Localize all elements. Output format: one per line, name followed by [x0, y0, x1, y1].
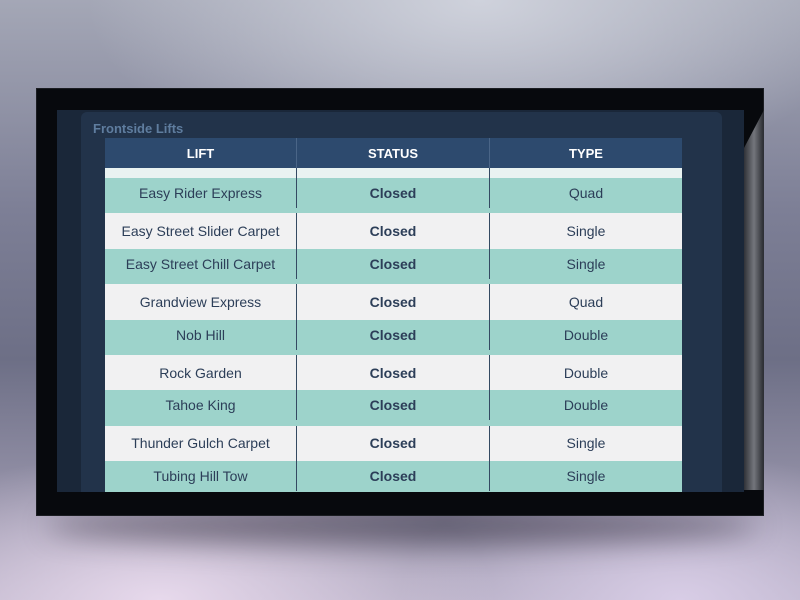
lift-type: Double	[563, 397, 609, 414]
lift-status: Closed	[297, 178, 490, 208]
table-row: Tubing Hill Tow Closed Single	[105, 461, 682, 492]
lift-type: Quad	[568, 185, 604, 201]
display-screen: Frontside Lifts LIFT STATUS TYPE Easy Ri…	[57, 110, 744, 492]
column-header-status: STATUS	[297, 138, 490, 168]
lift-name: Tubing Hill Tow	[105, 461, 297, 492]
column-header-type: TYPE	[569, 145, 603, 161]
table-row: Tahoe King Closed Double	[105, 390, 682, 426]
table-header: LIFT STATUS TYPE	[105, 138, 682, 168]
lift-name: Easy Street Chill Carpet	[105, 248, 297, 279]
lift-status: Closed	[297, 354, 490, 391]
table-row: Easy Rider Express Closed Quad	[105, 178, 682, 214]
lift-name: Rock Garden	[105, 354, 297, 391]
lift-status: Closed	[297, 319, 490, 350]
table-row: Grandview Express Closed Quad	[105, 284, 682, 320]
panel-title: Frontside Lifts	[93, 121, 184, 136]
lift-type: Single	[566, 255, 606, 272]
lift-type: Double	[563, 364, 609, 381]
table-row: Rock Garden Closed Double	[105, 354, 682, 391]
lift-status: Closed	[297, 425, 490, 462]
table-row: Thunder Gulch Carpet Closed Single	[105, 425, 682, 462]
lift-name: Grandview Express	[105, 284, 297, 320]
lift-status: Closed	[297, 390, 490, 421]
table-row: Easy Street Slider Carpet Closed Single	[105, 213, 682, 249]
tv-bezel-edge	[744, 110, 764, 490]
lift-type: Single	[566, 223, 606, 240]
lift-type: Double	[563, 326, 609, 343]
lift-name: Nob Hill	[105, 319, 297, 350]
column-header-lift: LIFT	[105, 138, 297, 168]
table-header-spacer	[105, 168, 682, 178]
lift-status: Closed	[297, 284, 490, 320]
lift-type: Single	[566, 435, 606, 452]
lift-status-table: LIFT STATUS TYPE Easy Rider Express Clos…	[105, 138, 682, 492]
lift-name: Thunder Gulch Carpet	[105, 425, 297, 462]
lift-name: Tahoe King	[105, 390, 297, 421]
lift-status: Closed	[297, 248, 490, 279]
lifts-panel: Frontside Lifts LIFT STATUS TYPE Easy Ri…	[81, 112, 722, 492]
lift-name: Easy Street Slider Carpet	[105, 213, 297, 249]
lift-type: Single	[566, 468, 606, 485]
lift-type: Quad	[568, 293, 604, 310]
lift-name: Easy Rider Express	[105, 178, 297, 208]
lift-status: Closed	[297, 461, 490, 492]
lift-status: Closed	[297, 213, 490, 249]
table-row: Nob Hill Closed Double	[105, 319, 682, 355]
table-row: Easy Street Chill Carpet Closed Single	[105, 248, 682, 285]
